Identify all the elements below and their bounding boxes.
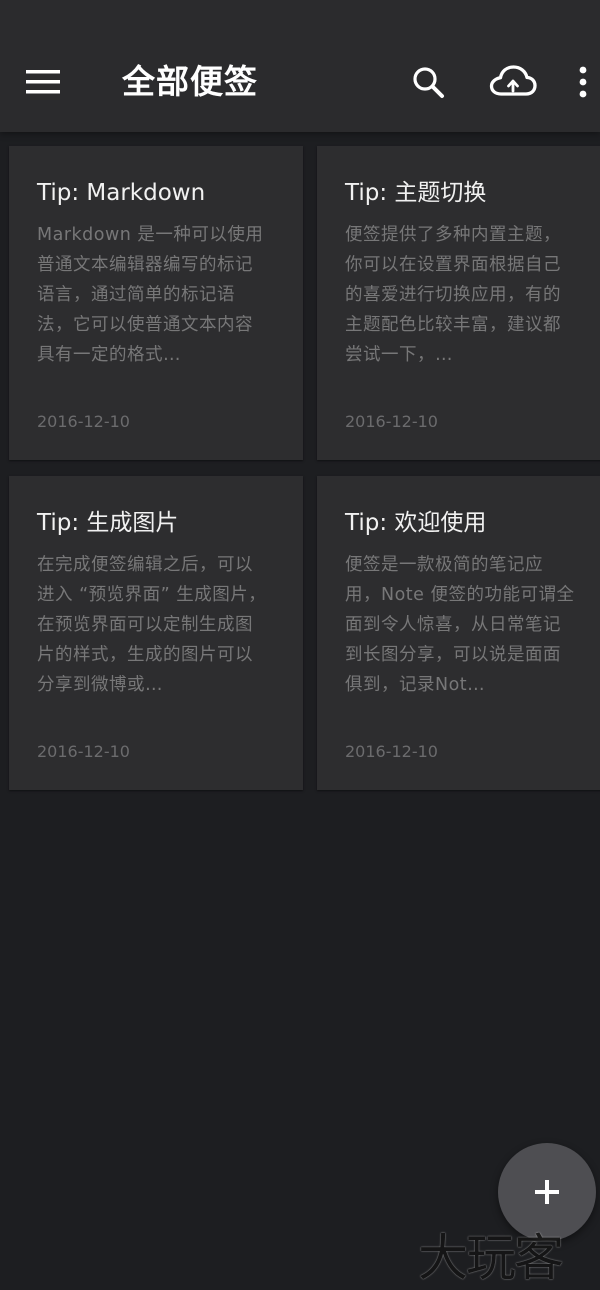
note-preview: 在完成便签编辑之后，可以进入 “预览界面” 生成图片，在预览界面可以定制生成图片… bbox=[37, 555, 267, 695]
note-card[interactable]: Tip: Markdown Markdown 是一种可以使用普通文本编辑器编写的… bbox=[9, 146, 303, 460]
page-title: 全部便签 bbox=[122, 62, 258, 101]
note-card[interactable]: Tip: 主题切换 便签提供了多种内置主题，你可以在设置界面根据自己的喜爱进行切… bbox=[317, 146, 600, 460]
more-vert-icon bbox=[579, 66, 587, 98]
note-title: Tip: 欢迎使用 bbox=[345, 510, 487, 536]
note-preview: 便签提供了多种内置主题，你可以在设置界面根据自己的喜爱进行切换应用，有的主题配色… bbox=[345, 225, 561, 365]
notes-screen: 全部便签 Tip: Markdown Markdown 是一种可以使用普通文本编… bbox=[0, 0, 600, 1290]
note-date: 2016-12-10 bbox=[37, 742, 130, 761]
cloud-sync-button[interactable] bbox=[484, 58, 542, 106]
add-note-button[interactable] bbox=[498, 1143, 596, 1241]
note-title: Tip: 主题切换 bbox=[345, 180, 487, 206]
note-date: 2016-12-10 bbox=[345, 412, 438, 431]
note-date: 2016-12-10 bbox=[345, 742, 438, 761]
add-icon bbox=[535, 1180, 559, 1204]
app-bar: 全部便签 bbox=[0, 0, 600, 132]
search-icon bbox=[413, 67, 444, 98]
note-card[interactable]: Tip: 生成图片 在完成便签编辑之后，可以进入 “预览界面” 生成图片，在预览… bbox=[9, 476, 303, 790]
note-title: Tip: Markdown bbox=[37, 180, 206, 206]
note-title: Tip: 生成图片 bbox=[37, 510, 179, 536]
note-card[interactable]: Tip: 欢迎使用 便签是一款极简的笔记应用，Note 便签的功能可谓全面到令人… bbox=[317, 476, 600, 790]
cloud-sync-icon bbox=[489, 65, 537, 96]
search-button[interactable] bbox=[402, 58, 454, 106]
menu-icon bbox=[26, 70, 60, 94]
note-preview: 便签是一款极简的笔记应用，Note 便签的功能可谓全面到令人惊喜，从日常笔记到长… bbox=[345, 555, 575, 695]
note-date: 2016-12-10 bbox=[37, 412, 130, 431]
notes-grid: Tip: Markdown Markdown 是一种可以使用普通文本编辑器编写的… bbox=[0, 132, 600, 1290]
more-options-button[interactable] bbox=[570, 58, 600, 106]
note-preview: Markdown 是一种可以使用普通文本编辑器编写的标记语言，通过简单的标记语法… bbox=[37, 225, 264, 365]
menu-button[interactable] bbox=[18, 58, 68, 106]
